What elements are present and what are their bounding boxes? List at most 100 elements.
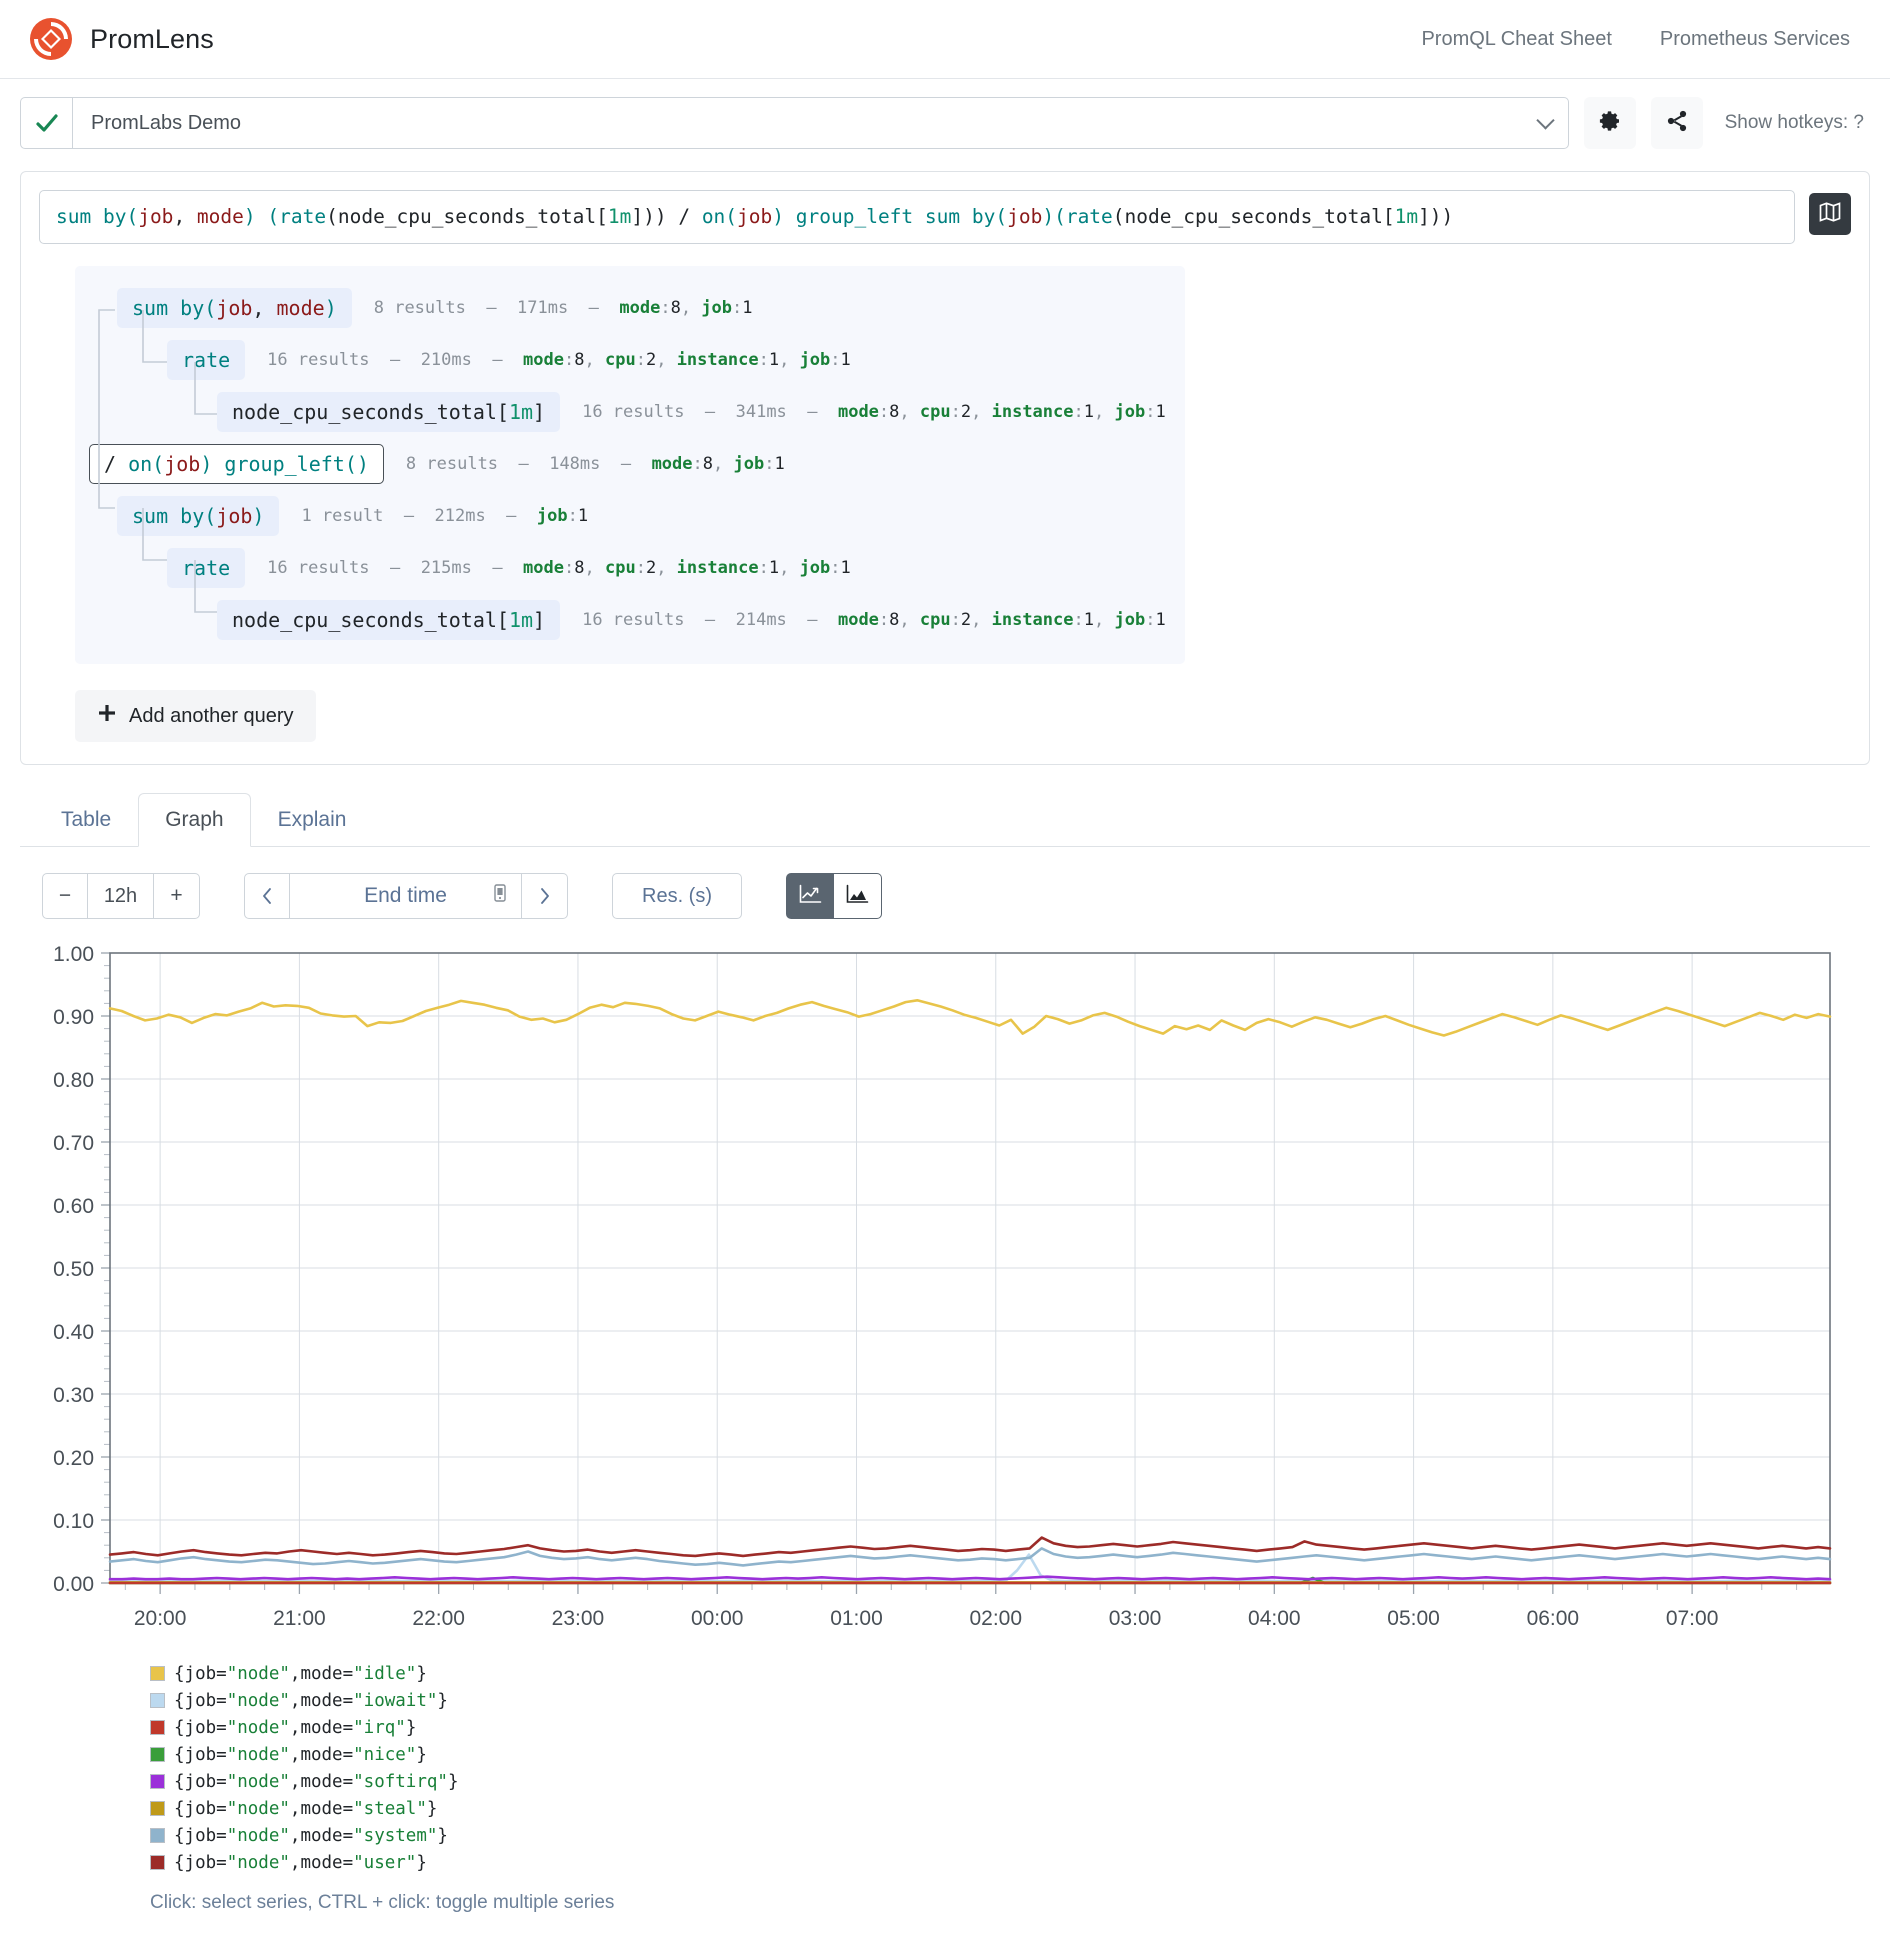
legend-item[interactable]: {job="node",mode="system"} (150, 1822, 1890, 1849)
calendar-icon[interactable] (489, 882, 511, 910)
series-line[interactable] (110, 1001, 1830, 1036)
show-hotkeys-label[interactable]: Show hotkeys: ? (1725, 112, 1864, 134)
legend-series-label: {job="node",mode="nice"} (174, 1745, 427, 1765)
stacked-chart-button[interactable] (834, 873, 882, 919)
result-tabs: Table Graph Explain (20, 793, 1870, 847)
tab-graph[interactable]: Graph (138, 793, 250, 847)
query-tree-node-meta: 16 results — 215ms — mode:8, cpu:2, inst… (267, 558, 851, 578)
nav-link-prometheus-services[interactable]: Prometheus Services (1660, 28, 1850, 51)
query-tree-node[interactable]: sum by(job) 1 result — 212ms — job:1 (89, 490, 1165, 542)
legend-item[interactable]: {job="node",mode="softirq"} (150, 1768, 1890, 1795)
x-axis-tick-label: 07:00 (1666, 1607, 1719, 1630)
query-tree-node-meta: 8 results — 148ms — mode:8, job:1 (406, 454, 785, 474)
chevron-down-icon (1536, 111, 1554, 129)
legend-series-label: {job="node",mode="irq"} (174, 1718, 416, 1738)
legend-color-swatch (150, 1855, 165, 1870)
range-value-input[interactable]: 12h (88, 873, 154, 919)
share-button[interactable] (1651, 97, 1703, 149)
datasource-status-check-icon (20, 97, 72, 149)
tab-explain[interactable]: Explain (251, 793, 374, 847)
series-line[interactable] (110, 1538, 1830, 1556)
query-tree-node-label[interactable]: node_cpu_seconds_total[1m] (217, 600, 560, 640)
y-axis-tick-label: 0.20 (53, 1447, 94, 1470)
tab-table[interactable]: Table (34, 793, 138, 847)
query-tree: sum by(job, mode)8 results — 171ms — mod… (75, 266, 1185, 664)
legend-color-swatch (150, 1666, 165, 1681)
legend-series-label: {job="node",mode="softirq"} (174, 1772, 459, 1792)
x-axis-tick-label: 23:00 (552, 1607, 605, 1630)
x-axis-tick-label: 21:00 (273, 1607, 326, 1630)
query-tree-node[interactable]: / on(job) group_left() 8 results — 148ms … (89, 438, 1165, 490)
query-tree-node-label[interactable]: rate (167, 548, 245, 588)
y-axis-tick-label: 1.00 (53, 943, 94, 966)
nav-link-promql-cheat-sheet[interactable]: PromQL Cheat Sheet (1421, 28, 1611, 51)
range-control-group: − 12h + (42, 873, 200, 919)
legend-item[interactable]: {job="node",mode="steal"} (150, 1795, 1890, 1822)
legend-series-label: {job="node",mode="steal"} (174, 1799, 437, 1819)
query-tree-node-label[interactable]: sum by(job, mode) (117, 288, 352, 328)
legend-item[interactable]: {job="node",mode="nice"} (150, 1741, 1890, 1768)
end-time-placeholder: End time (364, 884, 447, 908)
next-time-button[interactable] (522, 873, 568, 919)
query-tree-node-label[interactable]: / on(job) group_left() (89, 444, 384, 484)
y-axis-tick-label: 0.90 (53, 1006, 94, 1029)
legend-series-label: {job="node",mode="user"} (174, 1853, 427, 1873)
legend-color-swatch (150, 1747, 165, 1762)
query-tree-node-label[interactable]: node_cpu_seconds_total[1m] (217, 392, 560, 432)
time-series-chart[interactable]: 0.000.100.200.300.400.500.600.700.800.90… (0, 933, 1890, 1633)
legend-color-swatch (150, 1693, 165, 1708)
add-another-query-button[interactable]: Add another query (75, 690, 316, 742)
line-chart-icon (798, 883, 823, 910)
legend-color-swatch (150, 1720, 165, 1735)
query-tree-node-meta: 16 results — 341ms — mode:8, cpu:2, inst… (582, 402, 1166, 422)
legend-color-swatch (150, 1828, 165, 1843)
x-axis-tick-label: 05:00 (1387, 1607, 1440, 1630)
query-tree-node-label[interactable]: sum by(job) (117, 496, 279, 536)
previous-time-button[interactable] (244, 873, 290, 919)
stacked-area-chart-icon (845, 883, 870, 910)
y-axis-tick-label: 0.30 (53, 1384, 94, 1407)
x-axis-tick-label: 01:00 (830, 1607, 883, 1630)
settings-button[interactable] (1584, 97, 1636, 149)
query-tree-node[interactable]: rate16 results — 210ms — mode:8, cpu:2, … (89, 334, 1165, 386)
query-input[interactable]: sum by(job, mode) (rate(node_cpu_seconds… (39, 190, 1795, 244)
gear-icon (1598, 109, 1622, 138)
legend-item[interactable]: {job="node",mode="iowait"} (150, 1687, 1890, 1714)
x-axis-tick-label: 03:00 (1109, 1607, 1162, 1630)
line-chart-button[interactable] (786, 873, 834, 919)
share-icon (1665, 109, 1689, 138)
legend-item[interactable]: {job="node",mode="user"} (150, 1849, 1890, 1876)
query-tree-node[interactable]: node_cpu_seconds_total[1m]16 results — 2… (89, 594, 1165, 646)
legend-item[interactable]: {job="node",mode="idle"} (150, 1660, 1890, 1687)
x-axis-tick-label: 04:00 (1248, 1607, 1301, 1630)
query-tree-node[interactable]: node_cpu_seconds_total[1m] 16 results — 3… (89, 386, 1165, 438)
graph-controls: − 12h + End time Res. (s) (0, 847, 1890, 919)
brand-name: PromLens (90, 24, 214, 55)
datasource-select[interactable]: PromLabs Demo (72, 97, 1569, 149)
legend-color-swatch (150, 1801, 165, 1816)
y-axis-tick-label: 0.50 (53, 1258, 94, 1281)
tree-view-toggle-button[interactable] (1809, 193, 1851, 235)
query-tree-node-label[interactable]: rate (167, 340, 245, 380)
query-tree-node[interactable]: rate 16 results — 215ms — mode:8, cpu:2, … (89, 542, 1165, 594)
y-axis-tick-label: 0.10 (53, 1510, 94, 1533)
brand[interactable]: PromLens (28, 16, 214, 62)
query-tree-node[interactable]: sum by(job, mode)8 results — 171ms — mod… (89, 282, 1165, 334)
resolution-input[interactable]: Res. (s) (612, 873, 742, 919)
legend-item[interactable]: {job="node",mode="irq"} (150, 1714, 1890, 1741)
chart-type-group (786, 873, 882, 919)
x-axis-tick-label: 02:00 (969, 1607, 1022, 1630)
y-axis-tick-label: 0.60 (53, 1195, 94, 1218)
navbar-links: PromQL Cheat Sheet Prometheus Services (1421, 28, 1866, 51)
series-line[interactable] (110, 1577, 1830, 1580)
legend-hint: Click: select series, CTRL + click: togg… (150, 1892, 1890, 1914)
end-time-input[interactable]: End time (290, 873, 522, 919)
y-axis-tick-label: 0.00 (53, 1573, 94, 1596)
legend-series-label: {job="node",mode="iowait"} (174, 1691, 448, 1711)
datasource-bar: PromLabs Demo Show hotkeys: ? (0, 79, 1890, 165)
add-another-query-label: Add another query (129, 705, 294, 728)
query-tree-node-meta: 1 result — 212ms — job:1 (301, 506, 588, 526)
legend-series-label: {job="node",mode="idle"} (174, 1664, 427, 1684)
increase-range-button[interactable]: + (154, 873, 200, 919)
decrease-range-button[interactable]: − (42, 873, 88, 919)
